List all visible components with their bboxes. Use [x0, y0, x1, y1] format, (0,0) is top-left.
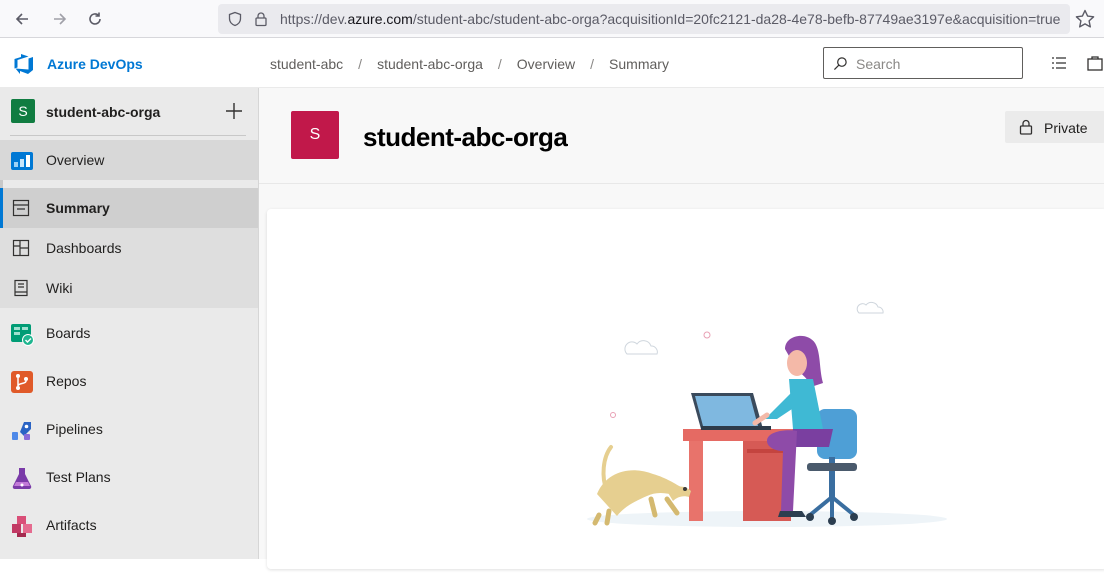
project-header: S student-abc-orga Private: [259, 88, 1104, 184]
sidebar-item-pipelines[interactable]: Pipelines: [0, 409, 258, 449]
search-placeholder: Search: [856, 56, 901, 72]
sidebar-item-label: Dashboards: [46, 240, 122, 256]
sidebar-item-label: Pipelines: [46, 421, 103, 437]
top-header: Azure DevOps student-abc / student-abc-org…: [0, 39, 1104, 88]
address-bar[interactable]: https://dev.azure.com/student-abc/studen…: [218, 4, 1070, 34]
project-name[interactable]: student-abc-orga: [46, 104, 160, 120]
task-list-icon[interactable]: [1050, 54, 1068, 72]
left-navigation: S student-abc-orga Overview Summary Dash…: [0, 88, 259, 559]
sidebar-item-dashboards[interactable]: Dashboards: [0, 228, 258, 268]
sidebar-item-label: Overview: [46, 152, 105, 168]
summary-icon: [12, 199, 30, 217]
sidebar-item-artifacts[interactable]: Artifacts: [0, 505, 258, 545]
add-icon[interactable]: [224, 101, 244, 121]
browser-toolbar: https://dev.azure.com/student-abc/studen…: [0, 0, 1104, 38]
breadcrumb-project[interactable]: student-abc-orga: [377, 56, 483, 72]
sidebar-item-repos[interactable]: Repos: [0, 361, 258, 401]
sidebar-item-label: Artifacts: [46, 517, 97, 533]
main-content: S student-abc-orga Private: [259, 88, 1104, 569]
reload-icon[interactable]: [83, 7, 107, 31]
search-icon: [833, 57, 847, 71]
brand-name[interactable]: Azure DevOps: [47, 56, 143, 72]
pipelines-icon: [12, 422, 31, 440]
visibility-button[interactable]: Private: [1005, 111, 1104, 143]
page-title: student-abc-orga: [363, 122, 568, 152]
sidebar-item-overview[interactable]: Overview: [0, 140, 258, 180]
person-at-desk-with-dog-illustration: [587, 301, 947, 527]
forward-icon[interactable]: [48, 7, 72, 31]
breadcrumb-summary[interactable]: Summary: [609, 56, 669, 72]
shield-icon[interactable]: [227, 11, 243, 27]
project-avatar: S: [291, 111, 339, 159]
sidebar-item-test-plans[interactable]: Test Plans: [0, 457, 258, 497]
breadcrumb-organization[interactable]: student-abc: [270, 56, 343, 72]
test-plans-flask-icon: [12, 468, 32, 490]
sidebar-item-boards[interactable]: Boards: [0, 313, 258, 353]
back-icon[interactable]: [10, 7, 34, 31]
project-selector[interactable]: S student-abc-orga: [0, 88, 258, 136]
breadcrumb: student-abc / student-abc-orga / Overview / Su…: [270, 56, 669, 72]
search-input[interactable]: Search: [823, 47, 1023, 79]
sidebar-item-label: Repos: [46, 373, 87, 389]
boards-icon: [11, 324, 34, 346]
breadcrumb-overview[interactable]: Overview: [517, 56, 575, 72]
lock-icon[interactable]: [253, 11, 269, 27]
sidebar-item-label: Summary: [46, 200, 110, 216]
sidebar-item-label: Wiki: [46, 280, 73, 296]
url-text: https://dev.azure.com/student-abc/studen…: [280, 11, 1061, 27]
sidebar-item-wiki[interactable]: Wiki: [0, 268, 258, 308]
project-badge: S: [11, 99, 35, 123]
bookmark-star-icon[interactable]: [1074, 8, 1096, 30]
overview-icon: [11, 152, 33, 170]
repos-icon: [11, 371, 33, 393]
sidebar-item-label: Boards: [46, 325, 91, 341]
dashboards-icon: [12, 239, 30, 257]
artifacts-icon: [12, 516, 32, 537]
visibility-label: Private: [1044, 120, 1088, 136]
wiki-book-icon: [14, 279, 28, 297]
azure-devops-logo-icon[interactable]: [12, 52, 36, 76]
divider: [10, 135, 246, 136]
welcome-card: [267, 209, 1104, 569]
shopping-bag-icon[interactable]: [1086, 54, 1104, 72]
sidebar-item-summary[interactable]: Summary: [0, 188, 258, 228]
lock-icon: [1019, 119, 1033, 135]
sidebar-item-label: Test Plans: [46, 469, 111, 485]
